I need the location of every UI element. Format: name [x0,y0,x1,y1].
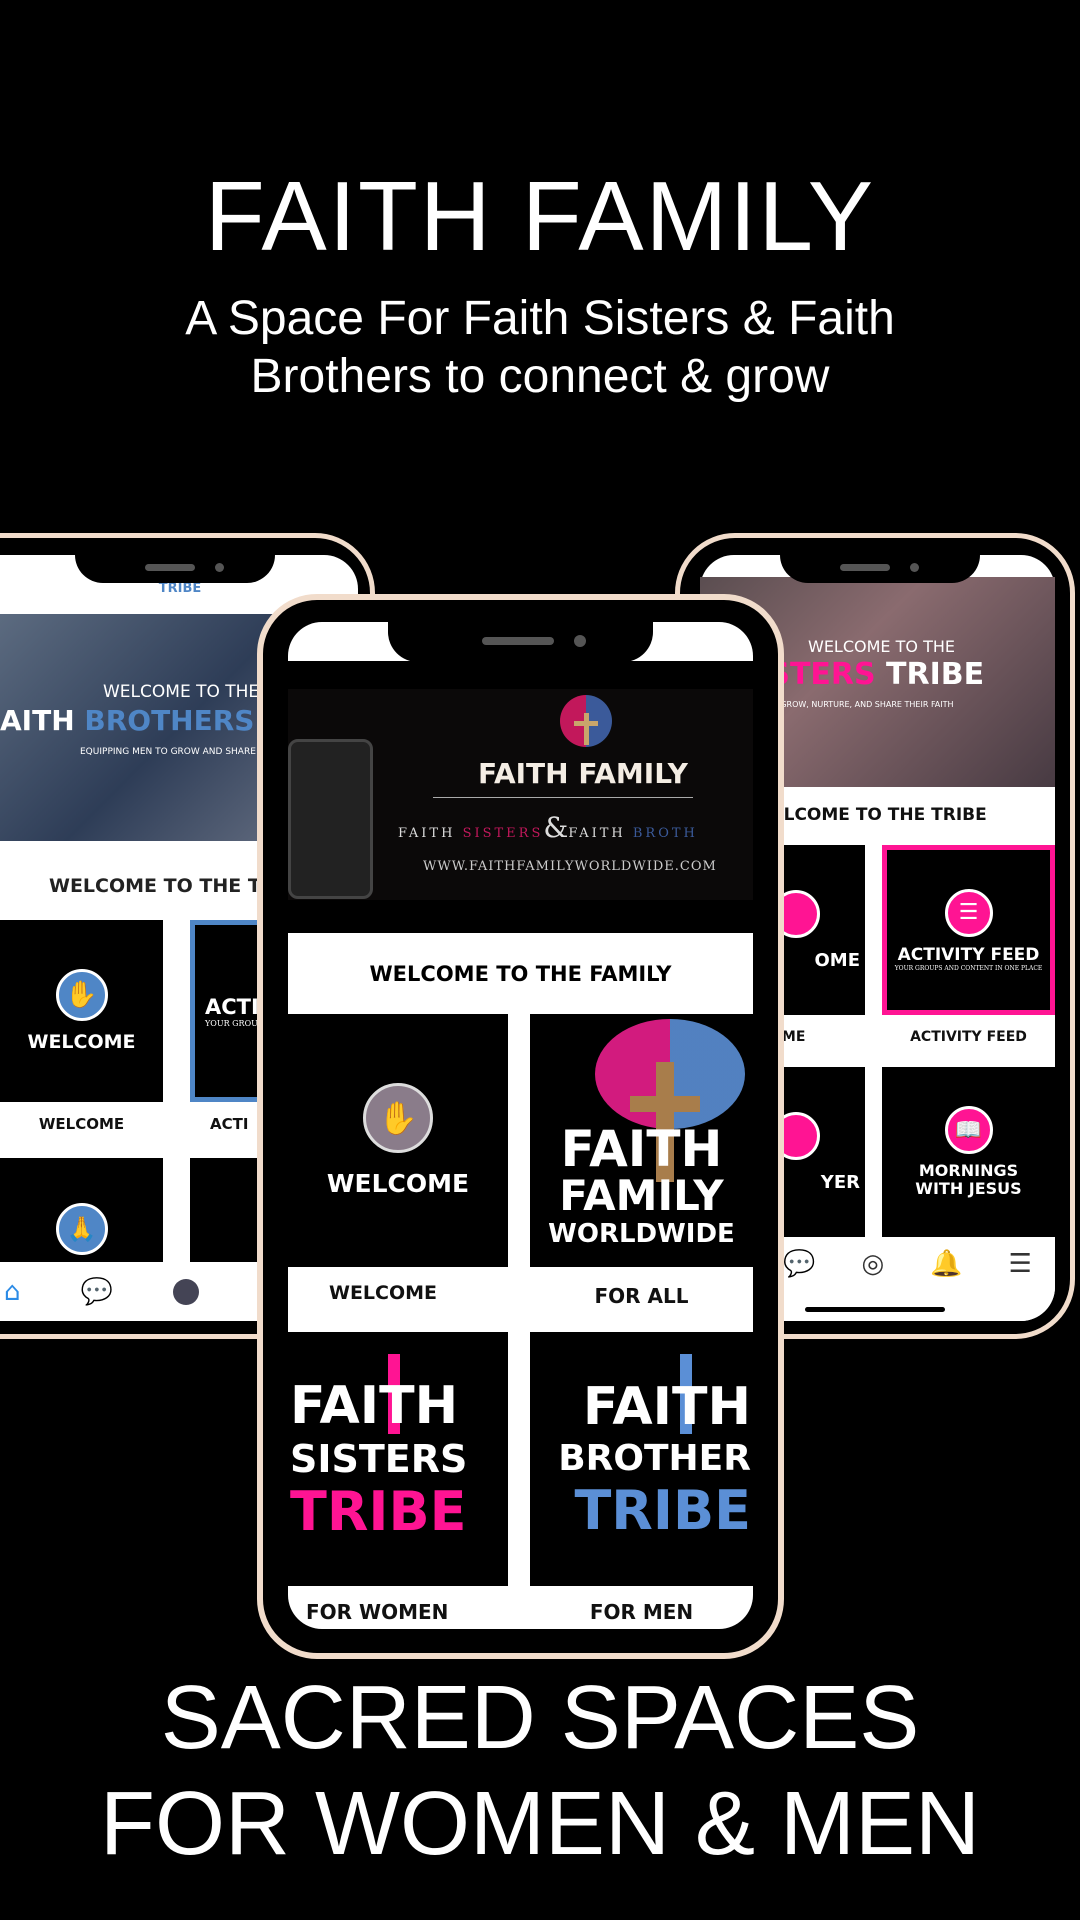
tile-activity-feed[interactable]: ☰ ACTIVITY FEED YOUR GROUPS AND CONTENT … [882,845,1055,1015]
tile-faith-sisters-tribe[interactable]: FAITH SISTERS TRIBE [288,1332,508,1586]
banner-tagline: FAITH SISTERS&FAITH BROTH [398,811,698,844]
home-indicator [805,1307,945,1312]
book-icon: 📖 [944,1106,993,1154]
notch [388,622,653,662]
tile-faith-brother-tribe[interactable]: FAITH BROTHER TRIBE [530,1332,753,1586]
tribe-logo: TRIBE [158,581,202,596]
banner-url: WWW.FAITHFAMILYWORLDWIDE.COM [423,859,717,874]
footer-line-2: FOR WOMEN & MEN [100,1774,980,1874]
footer-tagline: SACRED SPACES FOR WOMEN & MEN [0,1665,1080,1877]
banner-phone-preview [288,739,373,899]
waving-hand-icon: ✋ [55,969,108,1021]
home-icon[interactable]: ⌂ [4,1277,21,1307]
tile-label-welcome: WELCOME [38,1115,125,1133]
chat-icon[interactable]: 💬 [81,1277,113,1307]
banner-tagline: EQUIPPING MEN TO GROW AND SHARE THEIR [80,747,286,757]
tile-label-activity: ACTI [210,1115,249,1133]
notch [780,555,980,583]
subtitle-line-1: A Space For Faith Sisters & Faith [185,292,895,345]
banner-name: AITH BROTHERS [0,704,255,737]
tile-label-welcome: WELCOME [328,1282,438,1304]
tile-mornings-with-jesus[interactable]: 📖 MORNINGS WITH JESUS [882,1067,1055,1237]
page-subtitle: A Space For Faith Sisters & Faith Brother… [0,290,1080,406]
banner: FAITH FAMILY FAITH SISTERS&FAITH BROTH W… [288,689,753,900]
banner-pre: WELCOME TO THE [808,637,955,656]
praying-hands-icon: 🙏 [55,1203,108,1255]
waving-hand-icon: ✋ [363,1083,433,1153]
banner-title: FAITH FAMILY [478,757,688,790]
faith-brothers-tribe-logo-icon[interactable] [172,1278,199,1305]
tile-prayer[interactable]: 🙏 [0,1158,163,1262]
notch [75,555,275,583]
tile-faith-family-worldwide[interactable]: FAITH FAMILY WORLDWIDE [530,1014,753,1267]
section-title: WELCOME TO THE FAMILY [369,961,672,986]
footer-line-1: SACRED SPACES [160,1668,920,1768]
chat-icon[interactable]: 💬 [783,1249,815,1279]
profile-icon[interactable]: ◎ [861,1249,884,1279]
tile-welcome[interactable]: ✋ WELCOME [0,920,163,1102]
bell-icon[interactable]: 🔔 [930,1249,962,1279]
cross-tree-icon [560,695,612,747]
section-title: ELCOME TO THE TRIBE [772,805,987,825]
page-title: FAITH FAMILY [204,161,876,271]
tile-label-activity-feed: ACTIVITY FEED [910,1029,1027,1045]
tile-label-for-all: FOR ALL [594,1284,689,1308]
tile-label-for-men: FOR MEN [589,1600,694,1624]
section-header: WELCOME TO THE FAMILY [288,933,753,1014]
section-title: WELCOME TO THE T [49,875,261,897]
center-phone: FAITH FAMILY FAITH SISTERS&FAITH BROTH W… [257,594,784,1659]
tile-label-for-women: FOR WOMEN [306,1600,449,1624]
banner-pre: WELCOME TO THE [103,682,260,702]
tile-welcome[interactable]: ✋ WELCOME [288,1014,508,1267]
menu-icon[interactable]: ☰ [1009,1249,1032,1279]
subtitle-line-2: Brothers to connect & grow [250,350,830,403]
feed-icon: ☰ [944,888,993,937]
